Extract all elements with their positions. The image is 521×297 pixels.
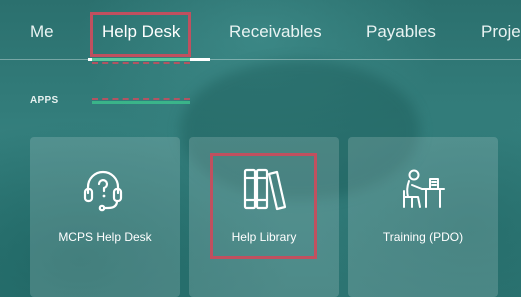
app-tile-mcps-help-desk[interactable]: MCPS Help Desk [30, 137, 180, 297]
app-tile-label: MCPS Help Desk [58, 230, 152, 244]
tab-projects[interactable]: Projec [481, 22, 521, 42]
tab-payables[interactable]: Payables [366, 22, 436, 42]
app-tile-label: Training (PDO) [382, 230, 464, 244]
tile-highlight-box [210, 153, 317, 259]
tab-me[interactable]: Me [30, 22, 54, 42]
headset-question-icon [83, 170, 123, 212]
tab-receivables[interactable]: Receivables [229, 22, 322, 42]
top-navigation: Me Help Desk Receivables Payables Projec [0, 0, 521, 62]
nav-divider [0, 59, 521, 60]
student-desk-icon [403, 169, 445, 208]
apps-section-label: APPS [30, 95, 59, 106]
app-tile-training-pdo[interactable]: Training (PDO) [348, 137, 498, 297]
tab-highlight-box [90, 12, 191, 57]
tab-dropdown-highlight [92, 58, 190, 104]
